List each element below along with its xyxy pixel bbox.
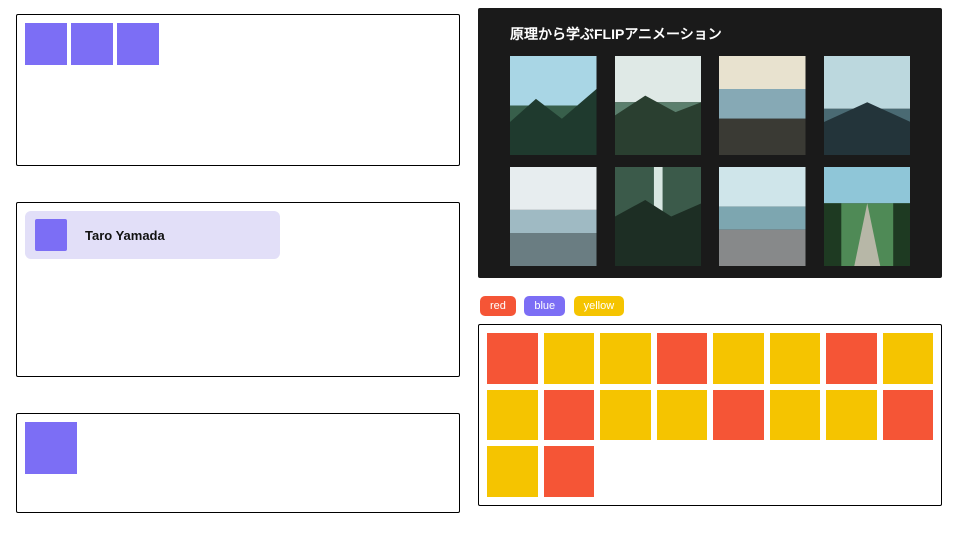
user-name: Taro Yamada: [85, 228, 165, 243]
color-cell-red[interactable]: [657, 333, 708, 384]
color-cell-yellow[interactable]: [544, 333, 595, 384]
filter-bar: red blue yellow: [480, 296, 942, 316]
color-cell-yellow[interactable]: [600, 390, 651, 441]
gallery-thumb[interactable]: [719, 56, 806, 155]
gallery-grid: [510, 56, 910, 266]
color-cell-yellow[interactable]: [600, 333, 651, 384]
gallery-title: 原理から学ぶFLIPアニメーション: [510, 24, 910, 44]
color-cell-yellow[interactable]: [487, 446, 538, 497]
left-column: Taro Yamada: [0, 0, 470, 540]
color-cell-yellow[interactable]: [826, 390, 877, 441]
placeholder-square[interactable]: [71, 23, 113, 65]
color-cell-yellow[interactable]: [883, 333, 934, 384]
filter-button-red[interactable]: red: [480, 296, 516, 316]
color-cell-red[interactable]: [883, 390, 934, 441]
filter-button-yellow[interactable]: yellow: [574, 296, 625, 316]
color-cell-red[interactable]: [826, 333, 877, 384]
gallery-thumb[interactable]: [615, 167, 702, 266]
color-cell-yellow[interactable]: [770, 390, 821, 441]
gallery-thumb[interactable]: [510, 56, 597, 155]
color-cell-red[interactable]: [544, 446, 595, 497]
color-cell-red[interactable]: [544, 390, 595, 441]
color-cell-yellow[interactable]: [487, 390, 538, 441]
placeholder-square[interactable]: [25, 422, 77, 474]
color-cell-red[interactable]: [713, 390, 764, 441]
gallery-thumb[interactable]: [824, 167, 911, 266]
color-grid: [487, 333, 933, 497]
user-card[interactable]: Taro Yamada: [25, 211, 280, 259]
placeholder-square[interactable]: [25, 23, 67, 65]
demo-panel-2: Taro Yamada: [16, 202, 460, 377]
placeholder-square[interactable]: [117, 23, 159, 65]
color-grid-frame: [478, 324, 942, 506]
gallery-thumb[interactable]: [824, 56, 911, 155]
gallery-thumb[interactable]: [615, 56, 702, 155]
avatar: [35, 219, 67, 251]
color-cell-yellow[interactable]: [713, 333, 764, 384]
filter-button-blue[interactable]: blue: [524, 296, 565, 316]
color-cell-red[interactable]: [487, 333, 538, 384]
right-column: 原理から学ぶFLIPアニメーション: [470, 0, 950, 540]
demo-panel-1: [16, 14, 460, 166]
flip-gallery: 原理から学ぶFLIPアニメーション: [478, 8, 942, 278]
gallery-thumb[interactable]: [719, 167, 806, 266]
color-cell-yellow[interactable]: [657, 390, 708, 441]
gallery-thumb[interactable]: [510, 167, 597, 266]
demo-panel-3: [16, 413, 460, 513]
color-cell-yellow[interactable]: [770, 333, 821, 384]
